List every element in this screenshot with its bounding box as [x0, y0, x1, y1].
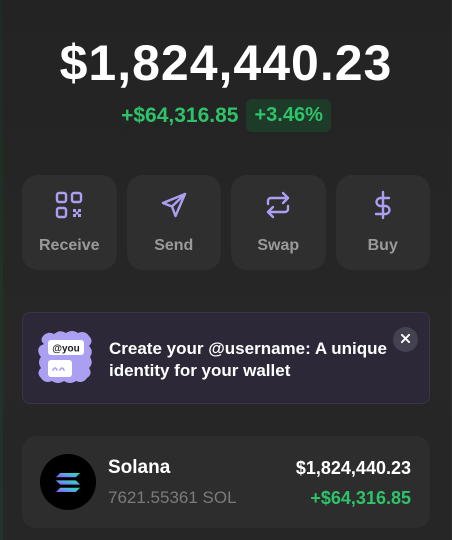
send-label: Send	[154, 237, 194, 254]
send-icon	[159, 190, 189, 225]
balance-change-usd: +$64,316.85	[121, 103, 239, 127]
username-promo-banner[interactable]: @you Create your @username: A unique ide…	[22, 312, 430, 404]
total-balance: $1,824,440.23	[59, 35, 393, 91]
qr-code-icon	[54, 190, 84, 225]
username-tag-text: @you	[52, 344, 80, 355]
solana-logo-icon	[40, 454, 96, 510]
balance-change-percent: +3.46%	[246, 99, 331, 132]
swap-label: Swap	[257, 237, 300, 254]
username-illustration: @you	[38, 330, 96, 388]
token-amount: 7621.55361 SOL	[108, 488, 237, 507]
send-button[interactable]: Send	[126, 175, 221, 270]
banner-message: Create your @username: A unique identity…	[109, 339, 387, 380]
token-change: +$64,316.85	[310, 488, 411, 508]
action-buttons: Receive Send Swap Buy	[22, 175, 430, 270]
dollar-icon	[368, 190, 398, 225]
token-value: $1,824,440.23	[295, 458, 411, 478]
buy-button[interactable]: Buy	[335, 175, 430, 270]
buy-label: Buy	[367, 237, 398, 254]
receive-label: Receive	[39, 237, 100, 254]
token-row-solana[interactable]: Solana 7621.55361 SOL $1,824,440.23 +$64…	[22, 436, 430, 528]
close-banner-button[interactable]	[393, 327, 418, 352]
token-name: Solana	[108, 457, 171, 478]
balance-change-row: +$64,316.85 +3.46%	[0, 99, 452, 132]
swap-button[interactable]: Swap	[231, 175, 326, 270]
close-icon	[400, 331, 411, 349]
receive-button[interactable]: Receive	[22, 175, 117, 270]
swap-icon	[263, 190, 293, 225]
